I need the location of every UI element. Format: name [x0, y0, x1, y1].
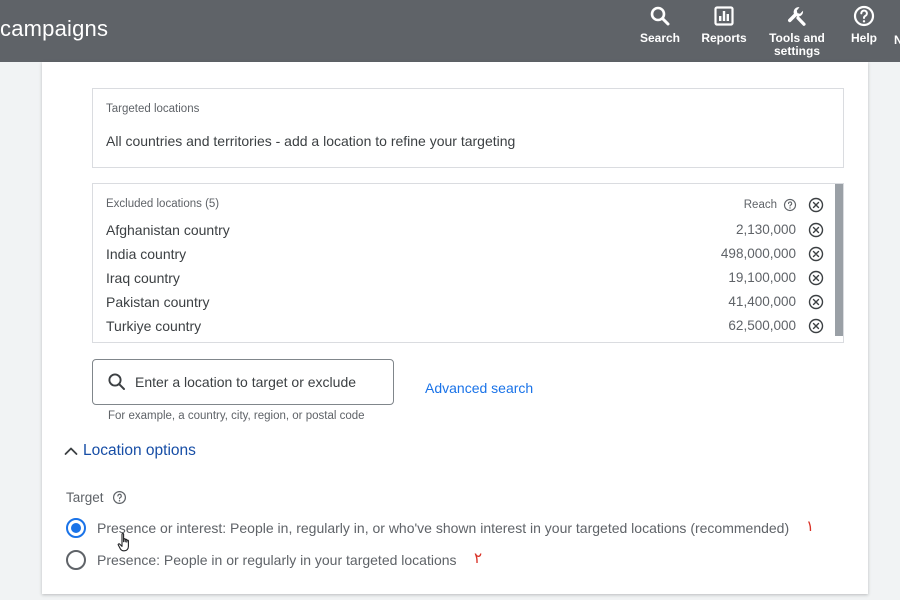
excluded-locations-box: Excluded locations (5) Reach Afghanistan… — [92, 183, 844, 343]
location-reach: 41,400,000 — [728, 294, 796, 309]
excluded-location-row: India country 498,000,000 — [106, 244, 824, 268]
reach-label: Reach — [743, 199, 777, 211]
remove-location-button[interactable] — [808, 246, 824, 262]
excluded-location-row: Pakistan country 41,400,000 — [106, 292, 824, 316]
targeted-locations-value: All countries and territories - add a lo… — [106, 133, 516, 149]
search-icon — [650, 6, 670, 26]
annotation-number: ١ — [806, 517, 815, 535]
magnifier-icon — [108, 373, 125, 390]
remove-icon — [808, 318, 824, 334]
radio-button-selected[interactable] — [66, 518, 86, 538]
remove-location-button[interactable] — [808, 270, 824, 286]
excluded-location-row: Afghanistan country 2,130,000 — [106, 220, 824, 244]
remove-location-button[interactable] — [808, 222, 824, 238]
excluded-location-row: Turkiye country 62,500,000 — [106, 316, 824, 340]
wrench-icon — [787, 7, 806, 26]
remove-location-button[interactable] — [808, 294, 824, 310]
location-name: Turkiye country — [106, 318, 202, 334]
remove-all-button[interactable] — [808, 197, 824, 213]
advanced-search-link[interactable]: Advanced search — [425, 380, 533, 396]
hand-cursor-icon — [117, 532, 129, 552]
target-option-presence-or-interest[interactable]: Presence or interest: People in, regular… — [66, 518, 789, 538]
nav-reports-button[interactable]: Reports — [700, 4, 748, 45]
remove-icon — [808, 270, 824, 286]
target-label: Target — [66, 490, 127, 505]
location-reach: 19,100,000 — [728, 270, 796, 285]
top-bar: campaigns Search Reports Tools and setti… — [0, 0, 900, 62]
excluded-locations-label: Excluded locations (5) — [106, 198, 220, 210]
reports-icon — [714, 6, 734, 26]
help-icon — [853, 5, 875, 27]
nav-help-label: Help — [850, 31, 877, 45]
remove-icon — [808, 294, 824, 310]
nav-overflow-label[interactable]: N — [894, 33, 900, 47]
targeted-locations-label: Targeted locations — [106, 103, 200, 115]
reach-header: Reach — [744, 198, 797, 212]
remove-location-button[interactable] — [808, 318, 824, 334]
info-icon[interactable] — [783, 198, 797, 212]
target-label-text: Target — [66, 490, 104, 505]
nav-tools-button[interactable]: Tools and settings — [766, 4, 828, 58]
app-title: campaigns — [0, 16, 109, 41]
nav-search-label: Search — [639, 31, 681, 45]
chevron-up-icon — [64, 447, 78, 455]
nav-reports-label: Reports — [701, 31, 747, 45]
remove-icon — [808, 246, 824, 262]
remove-icon — [808, 197, 824, 213]
location-options-label: Location options — [83, 442, 196, 459]
location-search-hint: For example, a country, city, region, or… — [108, 410, 365, 422]
excluded-list-scrollbar[interactable] — [835, 184, 843, 336]
location-name: India country — [106, 246, 187, 262]
radio-button[interactable] — [66, 550, 86, 570]
location-reach: 2,130,000 — [735, 222, 796, 237]
targeted-locations-box: Targeted locations All countries and ter… — [92, 88, 844, 168]
excluded-location-row: Iraq country 19,100,000 — [106, 268, 824, 292]
location-reach: 62,500,000 — [728, 318, 796, 333]
location-options-toggle[interactable]: Location options — [62, 442, 196, 460]
nav-search-button[interactable]: Search — [638, 4, 682, 45]
annotation-number: ٢ — [474, 549, 483, 567]
location-search-box[interactable] — [92, 359, 394, 405]
location-name: Pakistan country — [106, 294, 210, 310]
target-option-label: Presence or interest: People in, regular… — [97, 520, 790, 536]
nav-tools-label-line2: settings — [773, 44, 820, 58]
info-icon[interactable] — [112, 490, 127, 505]
target-option-label: Presence: People in or regularly in your… — [97, 552, 457, 568]
location-search-input[interactable] — [135, 368, 385, 396]
location-name: Iraq country — [106, 270, 180, 286]
nav-help-button[interactable]: Help — [846, 4, 882, 45]
locations-card: Targeted locations All countries and ter… — [42, 62, 868, 594]
location-name: Afghanistan country — [106, 222, 230, 238]
location-reach: 498,000,000 — [720, 246, 796, 261]
remove-icon — [808, 222, 824, 238]
